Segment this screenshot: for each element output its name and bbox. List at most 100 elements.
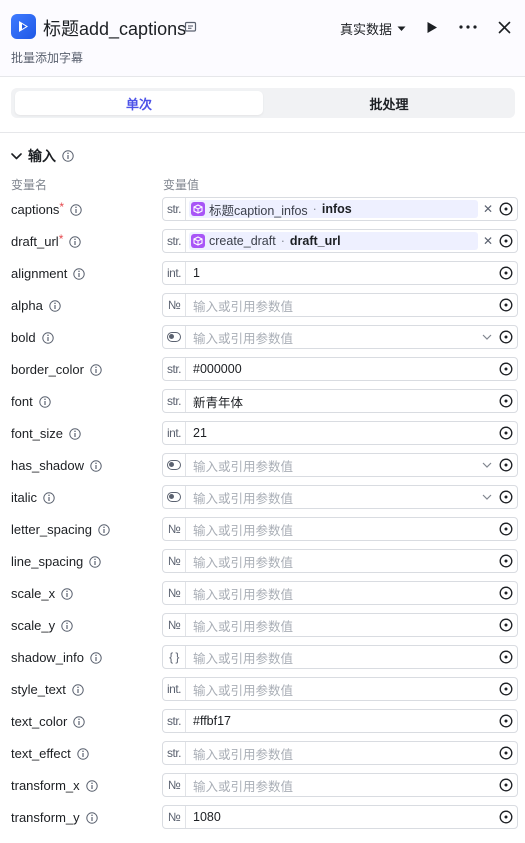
variable-picker-button[interactable] (495, 198, 517, 220)
param-select[interactable]: 输入或引用参数值 (186, 488, 479, 507)
dropdown-toggle[interactable] (479, 454, 495, 476)
param-row-bold: bold 输入或引用参数值 (0, 323, 525, 355)
param-field[interactable]: int. 21 (162, 421, 518, 445)
param-field[interactable]: № 输入或引用参数值 (162, 581, 518, 605)
param-field[interactable]: 输入或引用参数值 (162, 453, 518, 477)
param-input[interactable]: 1080 (186, 810, 495, 824)
param-input[interactable]: 输入或引用参数值 (186, 584, 495, 603)
variable-picker-button[interactable] (495, 550, 517, 572)
param-field[interactable]: str. create_draft · draft_url ✕ (162, 229, 518, 253)
param-row-letter-spacing: letter_spacing № 输入或引用参数值 (0, 515, 525, 547)
close-button[interactable] (493, 16, 515, 38)
param-field[interactable]: 输入或引用参数值 (162, 485, 518, 509)
info-icon[interactable] (72, 683, 84, 696)
variable-picker-button[interactable] (495, 326, 517, 348)
variable-picker-button[interactable] (495, 262, 517, 284)
data-mode-dropdown[interactable]: 真实数据 (340, 19, 406, 38)
param-input[interactable]: 输入或引用参数值 (186, 680, 495, 699)
clear-reference-button[interactable]: ✕ (481, 230, 495, 252)
node-title[interactable]: 标题add_captions (43, 15, 186, 41)
variable-picker-button[interactable] (495, 806, 517, 828)
param-field[interactable]: № 1080 (162, 805, 518, 829)
param-field[interactable]: str. #ffbf17 (162, 709, 518, 733)
input-section-toggle[interactable]: 输入 (11, 146, 74, 166)
variable-picker-button[interactable] (495, 614, 517, 636)
info-icon[interactable] (70, 203, 82, 216)
dropdown-toggle[interactable] (479, 486, 495, 508)
variable-picker-button[interactable] (495, 710, 517, 732)
info-icon[interactable] (43, 491, 55, 504)
info-icon[interactable] (89, 555, 101, 568)
param-field[interactable]: № 输入或引用参数值 (162, 517, 518, 541)
param-field[interactable]: str. 输入或引用参数值 (162, 741, 518, 765)
param-input[interactable]: #000000 (186, 362, 495, 376)
tab-single[interactable]: 单次 (15, 91, 263, 115)
info-icon[interactable] (73, 267, 86, 280)
param-field[interactable]: № 输入或引用参数值 (162, 293, 518, 317)
dropdown-toggle[interactable] (479, 326, 495, 348)
info-icon[interactable] (85, 811, 98, 824)
param-field[interactable]: № 输入或引用参数值 (162, 549, 518, 573)
tab-batch[interactable]: 批处理 (267, 91, 511, 115)
param-input[interactable]: 输入或引用参数值 (186, 520, 495, 539)
info-icon[interactable] (90, 651, 102, 664)
variable-reference-pill[interactable]: 标题caption_infos · infos (189, 200, 478, 218)
param-field[interactable]: { } 输入或引用参数值 (162, 645, 518, 669)
param-input[interactable]: 输入或引用参数值 (186, 616, 495, 635)
variable-picker-button[interactable] (495, 774, 517, 796)
param-input[interactable]: 新青年体 (186, 392, 495, 411)
param-input[interactable]: #ffbf17 (186, 714, 495, 728)
param-field[interactable]: № 输入或引用参数值 (162, 773, 518, 797)
param-input[interactable]: 输入或引用参数值 (186, 744, 495, 763)
variable-reference-pill[interactable]: create_draft · draft_url (189, 232, 478, 250)
info-icon[interactable] (41, 331, 54, 344)
variable-picker-button[interactable] (495, 742, 517, 764)
variable-picker-button[interactable] (495, 582, 517, 604)
param-field[interactable]: 输入或引用参数值 (162, 325, 518, 349)
param-field[interactable]: str. 新青年体 (162, 389, 518, 413)
param-input[interactable]: 21 (186, 426, 495, 440)
run-button[interactable] (421, 16, 443, 38)
param-input[interactable]: 1 (186, 266, 495, 280)
param-field[interactable]: str. 标题caption_infos · infos ✕ (162, 197, 518, 221)
info-icon[interactable] (85, 779, 98, 792)
variable-picker-button[interactable] (495, 390, 517, 412)
clear-reference-button[interactable]: ✕ (481, 198, 495, 220)
param-field[interactable]: str. #000000 (162, 357, 518, 381)
info-icon[interactable] (98, 523, 110, 536)
variable-picker-button[interactable] (495, 454, 517, 476)
variable-picker-button[interactable] (495, 646, 517, 668)
info-icon[interactable] (90, 363, 102, 376)
info-icon[interactable] (61, 619, 73, 632)
param-input[interactable]: 输入或引用参数值 (186, 552, 495, 571)
info-icon[interactable] (73, 715, 86, 728)
variable-picker-button[interactable] (495, 678, 517, 700)
ref-var-name: draft_url (289, 234, 341, 248)
param-input[interactable]: 输入或引用参数值 (186, 648, 495, 667)
node-ref-icon (191, 234, 205, 248)
edit-icon[interactable] (184, 20, 197, 33)
variable-picker-button[interactable] (495, 294, 517, 316)
param-select[interactable]: 输入或引用参数值 (186, 456, 479, 475)
param-input[interactable]: 输入或引用参数值 (186, 296, 495, 315)
variable-picker-button[interactable] (495, 230, 517, 252)
param-field[interactable]: int. 输入或引用参数值 (162, 677, 518, 701)
info-icon[interactable] (38, 395, 51, 408)
info-icon[interactable] (69, 235, 82, 248)
variable-picker-button[interactable] (495, 486, 517, 508)
info-icon[interactable] (61, 587, 73, 600)
variable-picker-button[interactable] (495, 518, 517, 540)
type-badge: № (163, 774, 186, 796)
info-icon[interactable] (77, 747, 89, 760)
param-field[interactable]: № 输入或引用参数值 (162, 613, 518, 637)
info-icon[interactable] (90, 459, 102, 472)
info-icon[interactable] (62, 150, 74, 162)
param-field[interactable]: int. 1 (162, 261, 518, 285)
variable-picker-button[interactable] (495, 358, 517, 380)
param-input[interactable]: 输入或引用参数值 (186, 776, 495, 795)
variable-picker-button[interactable] (495, 422, 517, 444)
info-icon[interactable] (49, 299, 61, 312)
param-select[interactable]: 输入或引用参数值 (186, 328, 479, 347)
more-button[interactable] (457, 16, 479, 38)
info-icon[interactable] (69, 427, 81, 440)
